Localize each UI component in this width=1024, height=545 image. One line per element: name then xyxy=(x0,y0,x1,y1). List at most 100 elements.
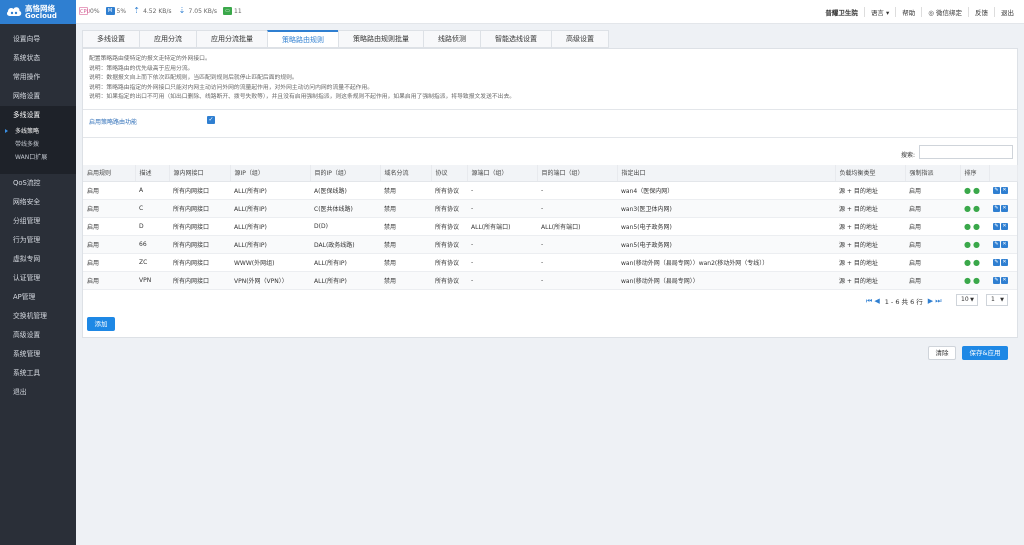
clear-button[interactable]: 清除 xyxy=(928,346,956,360)
sidebar-item-auth[interactable]: 认证管理 xyxy=(0,269,76,288)
feedback-link[interactable]: 反馈 xyxy=(968,7,994,17)
sidebar-subitem-wan-expand[interactable]: WAN口扩展 xyxy=(0,151,76,164)
move-handle-icon[interactable]: ●● xyxy=(964,258,982,267)
col-dst-port[interactable]: 目的端口（组） xyxy=(537,165,618,182)
sidebar-item-security[interactable]: 网络安全 xyxy=(0,193,76,212)
table-row[interactable]: 启用 A 所有内网接口 ALL(所有IP) A(医保线路) 禁用 所有协议 - - wan4（医保… xyxy=(83,181,1017,200)
tab-policy-route[interactable]: 策略路由规则 xyxy=(267,30,338,48)
table-cell: wan4（医保内网） xyxy=(617,181,835,200)
order-cell: ●● xyxy=(960,271,989,290)
edit-icon[interactable]: ✎ xyxy=(993,258,1000,266)
logout-link[interactable]: 退出 xyxy=(994,7,1020,17)
col-order[interactable]: 排序 xyxy=(960,165,990,182)
table-row[interactable]: 启用 C 所有内网接口 ALL(所有IP) C(医共体线路) 禁用 所有协议 - - wan3(医… xyxy=(83,199,1017,218)
delete-icon[interactable]: ✕ xyxy=(1001,240,1008,248)
sidebar-item-setup-wizard[interactable]: 设置向导 xyxy=(0,30,76,49)
tab-app-split[interactable]: 应用分流 xyxy=(139,30,196,48)
delete-icon[interactable]: ✕ xyxy=(1001,276,1008,284)
page-select[interactable]: 1 ▼ xyxy=(986,294,1008,306)
sidebar: 设置向导 系统状态 常用操作 网络设置 多线设置 多线策略 带线多拨 WAN口扩… xyxy=(0,24,76,545)
col-src-iface[interactable]: 源内网接口 xyxy=(169,165,231,182)
table-row[interactable]: 启用 ZC 所有内网接口 WWW(外网组) ALL(所有IP) 禁用 所有协议 - - wan(移… xyxy=(83,253,1017,272)
edit-icon[interactable]: ✎ xyxy=(993,276,1000,284)
col-protocol[interactable]: 协议 xyxy=(431,165,468,182)
tab-multiline[interactable]: 多线设置 xyxy=(82,30,139,48)
move-handle-icon[interactable]: ●● xyxy=(964,240,982,249)
tab-policy-route-batch[interactable]: 策略路由规则批量 xyxy=(338,30,423,48)
upload-arrow-icon: ⇡ xyxy=(133,6,140,15)
col-src-ip[interactable]: 源IP（组） xyxy=(230,165,311,182)
table-cell: 所有协议 xyxy=(431,199,467,218)
search-label: 搜索: xyxy=(901,152,916,159)
delete-icon[interactable]: ✕ xyxy=(1001,222,1008,230)
description-block: 配置策略路由使特定的报文走特定的外网接口。 说明：策略路由的优先级高于应用分流。… xyxy=(89,56,516,101)
col-force[interactable]: 强制指派 xyxy=(905,165,961,182)
col-domain[interactable]: 域名分流 xyxy=(380,165,432,182)
table-row[interactable]: 启用 D 所有内网接口 ALL(所有IP) D(D) 禁用 所有协议 ALL(所有端口) ALL… xyxy=(83,217,1017,236)
sidebar-item-system-mgmt[interactable]: 系统管理 xyxy=(0,345,76,364)
table-cell: ALL(所有端口) xyxy=(537,217,617,236)
move-handle-icon[interactable]: ●● xyxy=(964,276,982,285)
page-size-select[interactable]: 10 ▼ xyxy=(956,294,978,306)
move-handle-icon[interactable]: ●● xyxy=(964,204,982,213)
table-cell: VPN xyxy=(135,271,169,290)
edit-icon[interactable]: ✎ xyxy=(993,204,1000,212)
brand-logo[interactable]: 高恪网络 Gocloud xyxy=(0,0,76,24)
table-cell: ALL(所有端口) xyxy=(467,217,537,236)
help-link[interactable]: 帮助 xyxy=(895,7,921,17)
wechat-bind-link[interactable]: ◎ 微信绑定 xyxy=(921,7,968,17)
move-handle-icon[interactable]: ●● xyxy=(964,222,982,231)
sidebar-item-network-settings[interactable]: 网络设置 xyxy=(0,87,76,106)
col-dst-ip[interactable]: 目的IP（组） xyxy=(310,165,381,182)
edit-icon[interactable]: ✎ xyxy=(993,186,1000,194)
tab-app-split-batch[interactable]: 应用分流批量 xyxy=(196,30,267,48)
memory-icon: M xyxy=(105,7,115,15)
prev-page-icon[interactable]: ◀ xyxy=(874,297,879,305)
sidebar-subitem-multi-dial[interactable]: 带线多拨 xyxy=(0,138,76,151)
tab-advanced[interactable]: 高级设置 xyxy=(551,30,609,48)
language-menu[interactable]: 语言 ▾ xyxy=(863,7,895,17)
delete-icon[interactable]: ✕ xyxy=(1001,258,1008,266)
table-cell: 禁用 xyxy=(380,199,431,218)
table-cell: 启用 xyxy=(905,217,960,236)
tab-line-detect[interactable]: 线路侦测 xyxy=(423,30,480,48)
table-row[interactable]: 启用 VPN 所有内网接口 VPN(外网（VPN）） ALL(所有IP) 禁用 所有协议 - -… xyxy=(83,271,1017,290)
delete-icon[interactable]: ✕ xyxy=(1001,186,1008,194)
sidebar-item-system-tools[interactable]: 系统工具 xyxy=(0,364,76,383)
col-desc[interactable]: 描述 xyxy=(135,165,170,182)
save-apply-button[interactable]: 保存&应用 xyxy=(962,346,1008,360)
edit-icon[interactable]: ✎ xyxy=(993,222,1000,230)
last-page-icon[interactable]: ⏭ xyxy=(935,297,941,306)
search-input[interactable] xyxy=(919,145,1013,159)
sidebar-item-exit[interactable]: 退出 xyxy=(0,383,76,402)
sidebar-item-ap[interactable]: AP管理 xyxy=(0,288,76,307)
sidebar-item-switch[interactable]: 交换机管理 xyxy=(0,307,76,326)
sidebar-item-advanced[interactable]: 高级设置 xyxy=(0,326,76,345)
order-cell: ●● xyxy=(960,199,989,218)
next-page-icon[interactable]: ▶ xyxy=(928,297,933,305)
sidebar-item-common-ops[interactable]: 常用操作 xyxy=(0,68,76,87)
tab-smart-select[interactable]: 智能选线设置 xyxy=(480,30,551,48)
table-row[interactable]: 启用 66 所有内网接口 ALL(所有IP) DAL(政务线路) 禁用 所有协议 - - wan5… xyxy=(83,235,1017,254)
sidebar-item-vpn[interactable]: 虚拟专网 xyxy=(0,250,76,269)
add-button[interactable]: 添加 xyxy=(87,317,115,331)
move-handle-icon[interactable]: ●● xyxy=(964,186,982,195)
sidebar-item-multiline-settings[interactable]: 多线设置 xyxy=(0,106,76,125)
users-stat: ▭ 11 xyxy=(223,7,242,15)
edit-icon[interactable]: ✎ xyxy=(993,240,1000,248)
delete-icon[interactable]: ✕ xyxy=(1001,204,1008,212)
enable-policy-route-checkbox[interactable]: ✓ xyxy=(207,116,215,124)
actions-cell: ✎ ✕ xyxy=(989,271,1017,290)
col-enable[interactable]: 启用规则 xyxy=(83,165,136,182)
order-cell: ●● xyxy=(960,253,989,272)
sidebar-item-behavior[interactable]: 行为管理 xyxy=(0,231,76,250)
col-lb-type[interactable]: 负载均衡类型 xyxy=(835,165,906,182)
sidebar-item-system-status[interactable]: 系统状态 xyxy=(0,49,76,68)
sidebar-item-groups[interactable]: 分组管理 xyxy=(0,212,76,231)
sidebar-subitem-multiline-policy[interactable]: 多线策略 xyxy=(0,125,76,138)
actions-cell: ✎ ✕ xyxy=(989,253,1017,272)
col-src-port[interactable]: 源端口（组） xyxy=(467,165,538,182)
sidebar-item-qos[interactable]: QoS流控 xyxy=(0,174,76,193)
col-egress[interactable]: 指定出口 xyxy=(617,165,836,182)
first-page-icon[interactable]: ⏮ xyxy=(866,297,872,306)
